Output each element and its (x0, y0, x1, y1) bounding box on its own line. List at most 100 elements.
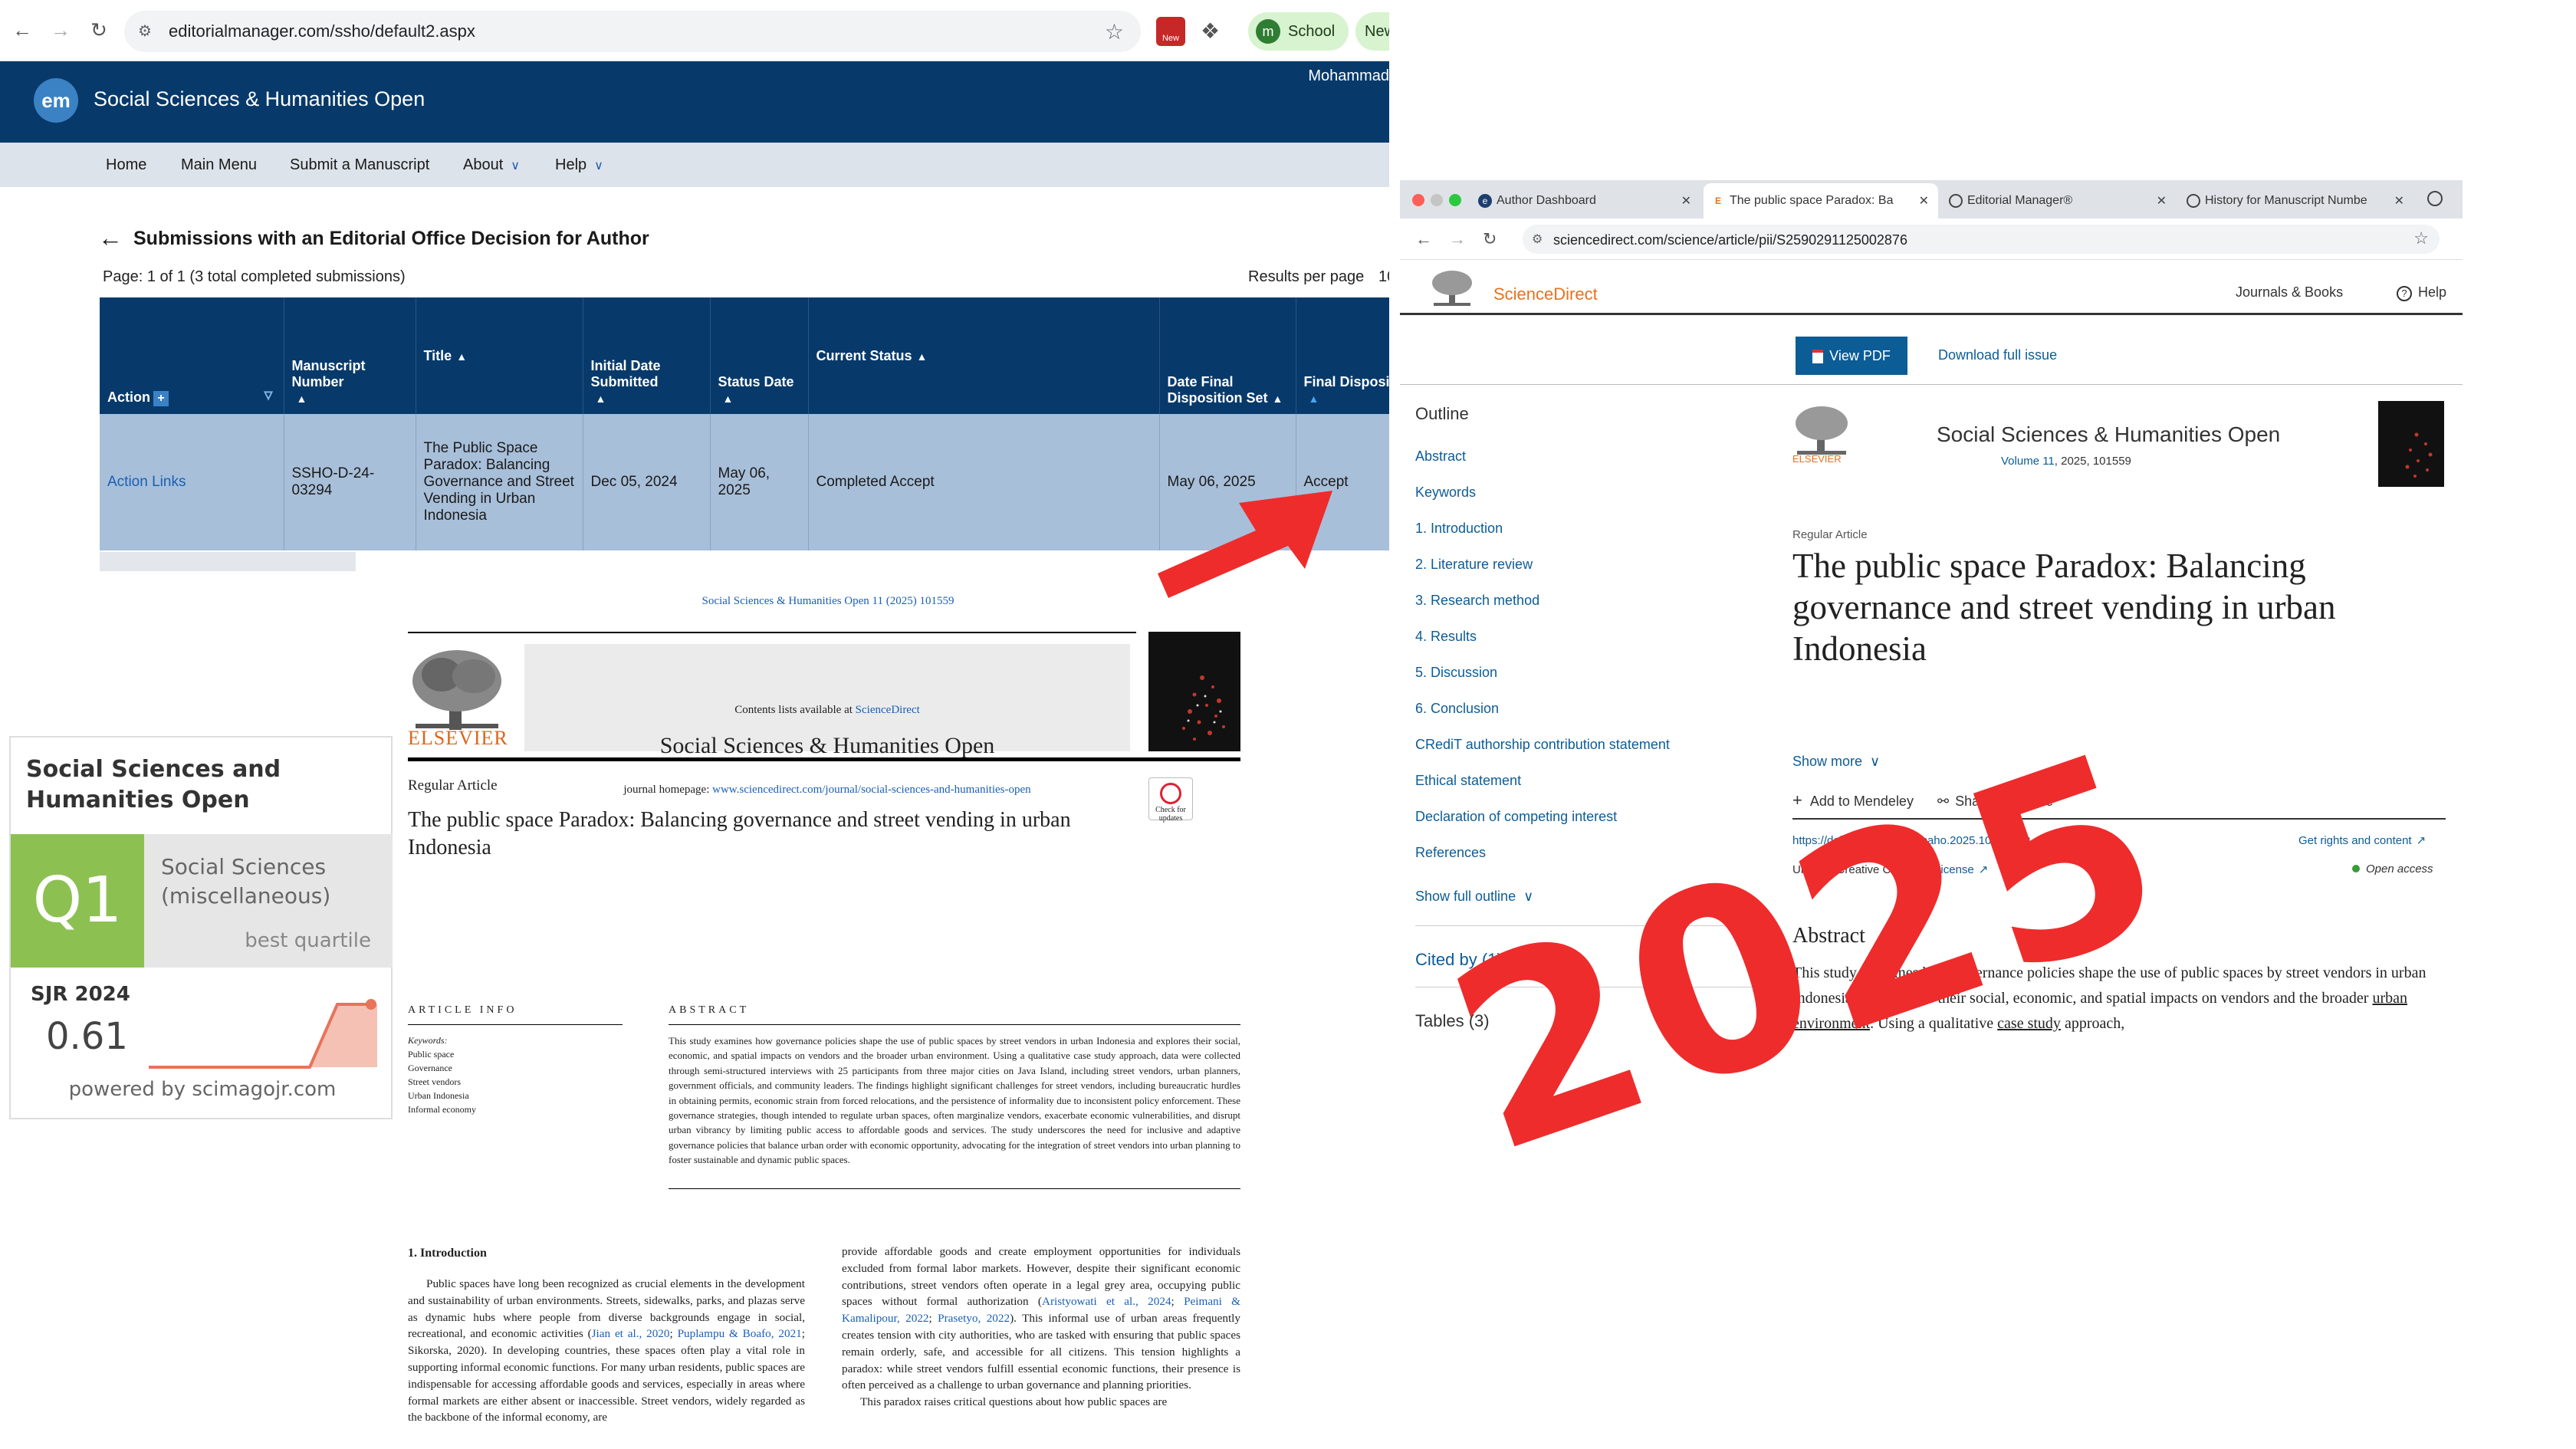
arrow-right-icon[interactable]: → (1449, 229, 1466, 249)
outline-item[interactable]: Keywords (1415, 485, 1476, 501)
sort-asc-icon[interactable]: ▲ (1309, 393, 1319, 405)
menu-main-menu[interactable]: Main Menu (181, 156, 257, 174)
col-action[interactable]: Action + ▿ (100, 297, 284, 414)
close-tab-icon[interactable]: ✕ (2157, 193, 2167, 209)
col-title[interactable]: Title ▲ (416, 297, 583, 414)
action-links-link[interactable]: Action Links (107, 474, 186, 490)
tab-article[interactable]: E The public space Paradox: Ba ✕ (1704, 183, 1938, 219)
journals-books-link[interactable]: Journals & Books (2236, 284, 2343, 301)
filter-clear-icon[interactable]: ▿ (264, 385, 272, 405)
outline-item[interactable]: Declaration of competing interest (1415, 809, 1617, 825)
close-tab-icon[interactable]: ✕ (1681, 193, 1691, 209)
outline-item[interactable]: Ethical statement (1415, 773, 1521, 789)
horizontal-scrollbar[interactable] (100, 552, 356, 571)
volume-link[interactable]: Volume 11 (2001, 455, 2055, 468)
tab-history[interactable]: History for Manuscript Numbe ✕ (2179, 183, 2413, 219)
show-more-link[interactable]: Show more ∨ (1792, 754, 1880, 770)
bookmark-new[interactable]: New (1355, 12, 1389, 51)
arrow-left-icon[interactable]: ← (1415, 229, 1432, 249)
reload-icon[interactable]: ↻ (87, 18, 110, 41)
results-per-page-select[interactable]: 10 (1378, 268, 1389, 286)
site-info-icon[interactable]: ⚙ (1532, 232, 1543, 247)
col-final-disposition[interactable]: Final Disposition ▲ (1296, 297, 1389, 414)
outline-item[interactable]: References (1415, 845, 1486, 861)
reload-icon[interactable]: ↻ (1483, 229, 1497, 249)
sciencedirect-brand[interactable]: ScienceDirect (1493, 284, 1598, 304)
outline-item[interactable]: Abstract (1415, 449, 1466, 465)
download-full-issue-link[interactable]: Download full issue (1938, 347, 2057, 363)
manuscript-number: SSHO-D-24-03294 (284, 414, 416, 550)
abstract-heading: ABSTRACT (669, 1004, 750, 1016)
minimize-window-icon[interactable] (1431, 194, 1443, 206)
tab-editorial-manager[interactable]: Editorial Manager® ✕ (1941, 183, 2176, 219)
user-name[interactable]: Mohammad (1308, 67, 1389, 85)
pdf-icon (1812, 350, 1824, 364)
outline-item[interactable]: 5. Discussion (1415, 665, 1497, 681)
sort-asc-icon[interactable]: ▲ (723, 393, 734, 405)
outline-item[interactable]: 3. Research method (1415, 593, 1539, 609)
sort-asc-icon[interactable]: ▲ (596, 393, 606, 405)
arrow-left-icon[interactable]: ← (11, 18, 34, 41)
col-manuscript-number[interactable]: Manuscript Number ▲ (284, 297, 416, 414)
menu-help[interactable]: Help ∨ (555, 156, 603, 174)
add-column-icon[interactable]: + (153, 391, 169, 406)
pagination-info: Page: 1 of 1 (3 total completed submissi… (103, 268, 406, 285)
col-initial-date[interactable]: Initial Date Submitted ▲ (583, 297, 711, 414)
category-line: Social Sciences (161, 854, 327, 879)
citation-link[interactable]: Jian et al., 2020 (592, 1327, 670, 1340)
sciencedirect-link[interactable]: ScienceDirect (856, 704, 920, 716)
action-links[interactable]: Action Links (100, 414, 284, 550)
help-link[interactable]: ? Help (2397, 284, 2446, 301)
citation-link[interactable]: Prasetyo, 2022 (938, 1312, 1010, 1325)
url-text[interactable]: sciencedirect.com/science/article/pii/S2… (1553, 232, 1907, 248)
homepage-link[interactable]: www.sciencedirect.com/journal/social-sci… (712, 784, 1031, 796)
close-tab-icon[interactable]: ✕ (2394, 193, 2404, 209)
arrow-right-icon[interactable]: → (49, 18, 72, 41)
journal-name-link[interactable]: Social Sciences & Humanities Open (1937, 422, 2280, 447)
tab-label: Editorial Manager® (1967, 194, 2073, 207)
check-for-updates-badge[interactable]: Check for updates (1148, 777, 1193, 823)
sort-asc-icon[interactable]: ▲ (456, 350, 467, 363)
col-manuscript-number-label: Manuscript Number (291, 358, 366, 389)
outline-item[interactable]: 6. Conclusion (1415, 701, 1499, 717)
url-text[interactable]: editorialmanager.com/ssho/default2.aspx (169, 21, 475, 41)
tab-strip: e Author Dashboard ✕ E The public space Par… (1400, 180, 2463, 219)
citation-link[interactable]: Puplampu & Boafo, 2021 (678, 1327, 802, 1340)
menu-about[interactable]: About ∨ (463, 156, 520, 174)
close-window-icon[interactable] (1412, 194, 1424, 206)
outline-item[interactable]: CRediT authorship contribution statement (1415, 737, 1670, 753)
bookmark-school[interactable]: m School (1248, 12, 1349, 51)
powered-by-label[interactable]: powered by scimagojr.com (11, 1078, 394, 1101)
initial-date: Dec 05, 2024 (583, 414, 711, 550)
col-current-status[interactable]: Current Status ▲ (808, 297, 1160, 414)
outline-item[interactable]: 4. Results (1415, 629, 1477, 645)
globe-icon[interactable] (2427, 191, 2443, 206)
puzzle-extensions-icon[interactable]: ❖ (1201, 18, 1220, 44)
citation-link[interactable]: Aristyowati et al., 2024 (1042, 1295, 1171, 1308)
maximize-window-icon[interactable] (1449, 194, 1461, 206)
col-date-final[interactable]: Date Final Disposition Set ▲ (1159, 297, 1296, 414)
address-bar[interactable]: ⚙ editorialmanager.com/ssho/default2.asp… (124, 11, 1141, 52)
outline-item[interactable]: 1. Introduction (1415, 521, 1503, 537)
outline-item[interactable]: 2. Literature review (1415, 557, 1533, 573)
sort-asc-icon[interactable]: ▲ (297, 393, 307, 405)
menu-home[interactable]: Home (106, 156, 146, 174)
elsevier-tree-logo[interactable] (1431, 269, 1474, 307)
journal-cover-image[interactable] (2378, 401, 2444, 487)
extension-new-icon[interactable]: New (1156, 17, 1185, 46)
keyword: Urban Indonesia (408, 1090, 469, 1101)
sort-asc-icon[interactable]: ▲ (917, 350, 928, 363)
bookmark-star-icon[interactable]: ☆ (2413, 228, 2429, 248)
em-icon: e (1478, 194, 1492, 208)
tab-author-dashboard[interactable]: e Author Dashboard ✕ (1470, 183, 1700, 219)
view-pdf-button[interactable]: View PDF (1796, 337, 1907, 375)
rights-link[interactable]: Get rights and content ↗ (2298, 833, 2426, 847)
col-status-date[interactable]: Status Date ▲ (710, 297, 809, 414)
bookmark-star-icon[interactable]: ☆ (1105, 19, 1124, 44)
address-bar[interactable]: ⚙ sciencedirect.com/science/article/pii/… (1523, 225, 2440, 254)
back-arrow-icon[interactable]: ← (98, 224, 123, 252)
menu-submit-manuscript[interactable]: Submit a Manuscript (290, 156, 429, 174)
sort-asc-icon[interactable]: ▲ (1273, 393, 1283, 405)
close-tab-icon[interactable]: ✕ (1919, 193, 1929, 209)
site-info-icon[interactable]: ⚙ (138, 21, 158, 41)
